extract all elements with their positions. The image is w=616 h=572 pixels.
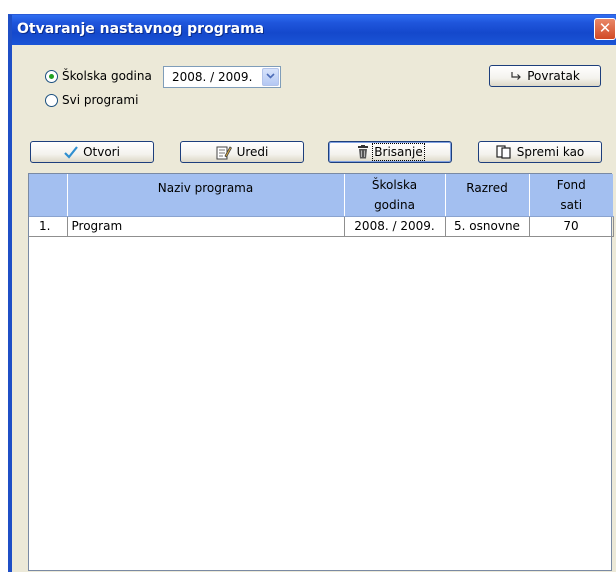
program-window: Otvaranje nastavnog programa ✕ Školska g…: [8, 14, 616, 572]
check-icon: [64, 145, 78, 159]
delete-button[interactable]: Brisanje: [328, 141, 452, 163]
save-as-button[interactable]: Spremi kao: [478, 141, 602, 163]
copy-windows-icon: [496, 145, 512, 159]
chevron-down-icon[interactable]: [262, 68, 279, 86]
open-button-label: Otvori: [83, 145, 120, 159]
all-programs-option[interactable]: Svi programi: [45, 93, 138, 107]
column-header-school-year[interactable]: Školska godina: [344, 174, 446, 217]
table-row[interactable]: 1. Program 2008. / 2009. 5. osnovne 70: [29, 216, 614, 237]
programs-table[interactable]: Naziv programa Školska godina Razred Fon…: [28, 173, 614, 571]
school-year-option[interactable]: Školska godina: [45, 69, 152, 83]
edit-button-label: Uredi: [236, 145, 269, 159]
program-name-cell[interactable]: Program: [67, 216, 345, 237]
close-button[interactable]: ✕: [594, 18, 616, 40]
open-button[interactable]: Otvori: [30, 141, 154, 163]
column-header-name[interactable]: Naziv programa: [67, 174, 345, 217]
back-button-label: Povratak: [527, 69, 580, 83]
column-header-grade[interactable]: Razred: [445, 174, 530, 217]
back-button[interactable]: Povratak: [489, 65, 601, 87]
school-year-label: Školska godina: [62, 69, 152, 83]
row-number-header[interactable]: [29, 174, 68, 217]
window-title: Otvaranje nastavnog programa: [17, 21, 265, 37]
grade-cell[interactable]: 5. osnovne: [445, 216, 530, 237]
edit-button[interactable]: Uredi: [180, 141, 304, 163]
column-header-hours[interactable]: Fond sati: [529, 174, 613, 217]
table-header-row: Naziv programa Školska godina Razred Fon…: [29, 174, 613, 217]
school-year-select[interactable]: 2008. / 2009.: [163, 66, 281, 88]
school-year-radio[interactable]: [45, 69, 58, 83]
school-year-cell[interactable]: 2008. / 2009.: [344, 216, 446, 237]
title-bar[interactable]: Otvaranje nastavnog programa ✕: [12, 15, 616, 45]
save-as-button-label: Spremi kao: [516, 145, 585, 159]
school-year-value: 2008. / 2009.: [172, 70, 253, 84]
trash-icon: [357, 145, 369, 159]
close-icon: ✕: [598, 19, 612, 37]
return-arrow-icon: [510, 71, 522, 82]
all-programs-label: Svi programi: [62, 93, 139, 107]
hours-cell[interactable]: 70: [529, 216, 614, 237]
edit-notepad-icon: [216, 145, 232, 160]
row-number: 1.: [29, 216, 68, 237]
delete-button-label: Brisanje: [372, 143, 425, 161]
all-programs-radio[interactable]: [45, 93, 58, 107]
